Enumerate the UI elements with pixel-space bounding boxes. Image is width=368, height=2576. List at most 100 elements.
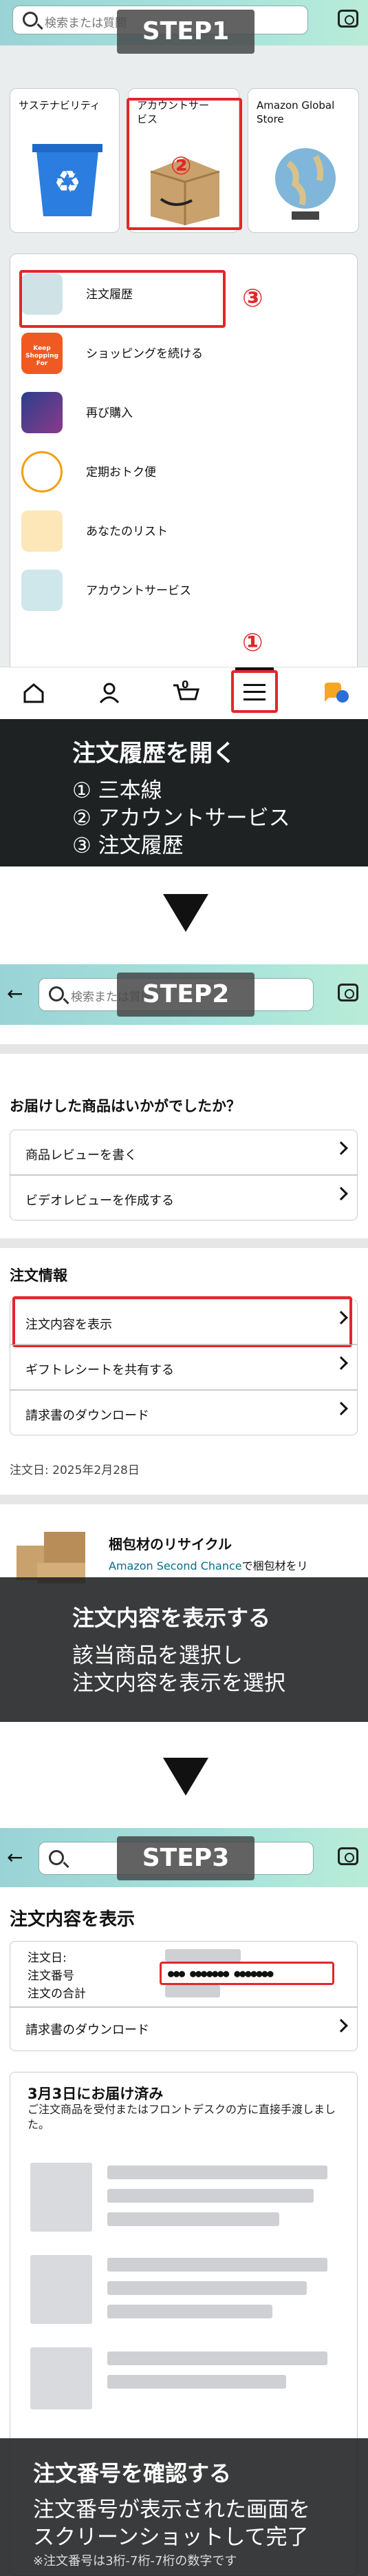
caption-line: 該当商品を選択し <box>72 1643 243 1668</box>
menu-item-subscribe-save[interactable]: 定期おトク便 <box>10 443 358 498</box>
subscribe-cart-icon <box>21 451 63 492</box>
caption-line: 注文番号が表示された画面を <box>33 2497 310 2522</box>
product-text-blurred <box>107 2375 286 2389</box>
row-label: 商品レビューを書く <box>25 1148 137 1163</box>
search-icon <box>49 1850 64 1865</box>
globe-icon <box>275 148 336 220</box>
recycle-bin-icon: ♻ <box>32 144 102 216</box>
marker-3: ③ <box>242 284 263 313</box>
back-arrow-icon[interactable]: ← <box>7 1846 23 1869</box>
highlight-order-number <box>160 1962 334 1985</box>
product-image-blurred <box>30 2163 92 2232</box>
assistant-icon[interactable] <box>322 681 349 706</box>
order-total-value-blurred <box>165 1985 220 1997</box>
chevron-right-icon <box>334 1141 348 1155</box>
write-review-row[interactable]: 商品レビューを書く <box>10 1130 358 1175</box>
menu-item-account-service[interactable]: アカウントサービス <box>10 561 358 616</box>
back-arrow-icon[interactable]: ← <box>7 982 23 1005</box>
step1-banner: STEP1 <box>117 10 255 54</box>
page-title: 注文内容を表示 <box>10 1909 136 1930</box>
product-text-blurred <box>107 2165 327 2179</box>
order-date: 注文日: 2025年2月28日 <box>10 1464 140 1477</box>
video-review-row[interactable]: ビデオレビューを作成する <box>10 1175 358 1221</box>
caption-line: スクリーンショットして完了 <box>33 2525 309 2550</box>
row-label: ビデオレビューを作成する <box>25 1194 174 1208</box>
camera-icon[interactable] <box>338 984 358 1001</box>
invoice-download-row[interactable]: 請求書のダウンロード <box>10 1390 358 1435</box>
product-text-blurred <box>107 2351 327 2365</box>
divider <box>0 1495 368 1504</box>
recycle-text: Amazon Second Chanceで梱包材をリ <box>109 1557 308 1573</box>
menu-item-label: 再び購入 <box>86 406 133 420</box>
product-text-blurred <box>107 2212 279 2226</box>
list-icon <box>21 510 63 552</box>
cart-count: 0 <box>182 678 189 691</box>
product-text-blurred <box>107 2281 307 2295</box>
highlight-menu-icon <box>231 670 278 713</box>
order-total-label: 注文の合計 <box>28 1987 86 2001</box>
highlight-view-order-details <box>12 1296 352 1347</box>
product-text-blurred <box>107 2258 327 2272</box>
chevron-right-icon <box>334 2019 348 2033</box>
down-arrow-icon <box>163 894 208 932</box>
delivered-note: ご注文商品を受付またはフロントデスクの方に直接手渡しました。 <box>28 2103 336 2131</box>
search-icon <box>49 986 64 1001</box>
divider <box>0 1044 368 1054</box>
marker-1: ① <box>242 629 263 657</box>
caption-title: 注文内容を表示する <box>72 1605 271 1631</box>
row-label: 請求書のダウンロード <box>25 2023 149 2037</box>
caption-note: ※注文番号は3桁-7桁-7桁の数字です <box>33 2554 237 2568</box>
keep-shopping-icon: Keep Shopping For <box>21 333 63 374</box>
down-arrow-icon <box>163 1758 208 1796</box>
menu-item-label: あなたのリスト <box>86 525 168 539</box>
menu-item-keep-shopping[interactable]: Keep Shopping For ショッピングを続ける <box>10 324 358 380</box>
caption-line: 注文内容を表示を選択 <box>72 1671 285 1696</box>
camera-icon[interactable] <box>338 10 358 28</box>
menu-item-buy-again[interactable]: 再び購入 <box>10 384 358 439</box>
divider <box>0 1238 368 1248</box>
order-date-value-blurred <box>165 1949 241 1962</box>
recycle-link[interactable]: Amazon Second Chance <box>109 1559 242 1572</box>
caption-line: ② アカウントサービス <box>72 806 290 831</box>
product-image-blurred <box>30 2255 92 2324</box>
row-label: ギフトレシートを共有する <box>25 1363 174 1378</box>
camera-icon[interactable] <box>338 1847 358 1865</box>
tile-global-store[interactable]: Amazon Global Store <box>248 88 359 233</box>
account-service-icon <box>21 570 63 611</box>
caption-line: ③ 注文履歴 <box>72 833 184 858</box>
highlight-order-history <box>19 270 226 328</box>
caption-title: 注文履歴を開く <box>72 740 236 767</box>
order-info-header: 注文情報 <box>10 1267 67 1284</box>
step3-caption: 注文番号を確認する 注文番号が表示された画面を スクリーンショットして完了 ※注… <box>0 2438 368 2576</box>
person-icon[interactable] <box>98 681 121 705</box>
invoice-download-row[interactable]: 請求書のダウンロード <box>10 2007 358 2051</box>
product-image-blurred <box>30 2347 92 2409</box>
chevron-right-icon <box>334 1356 348 1370</box>
step1-caption: 注文履歴を開く ① 三本線 ② アカウントサービス ③ 注文履歴 <box>0 719 368 866</box>
home-icon[interactable] <box>22 681 45 705</box>
gift-receipt-row[interactable]: ギフトレシートを共有する <box>10 1344 358 1390</box>
tile-sustainability[interactable]: サステナビリティ ♻ <box>10 88 120 233</box>
caption-line: ① 三本線 <box>72 778 162 803</box>
chevron-right-icon <box>334 1402 348 1415</box>
step2-caption: 注文内容を表示する 該当商品を選択し 注文内容を表示を選択 <box>0 1577 368 1722</box>
step2-banner: STEP2 <box>117 973 255 1017</box>
menu-item-label: ショッピングを続ける <box>86 347 203 361</box>
menu-item-label: 定期おトク便 <box>86 466 156 479</box>
recycle-text-body: で梱包材をリ <box>241 1559 308 1572</box>
tile-label: Amazon Global Store <box>257 99 335 125</box>
order-number-label: 注文番号 <box>28 1969 74 1983</box>
search-placeholder: 検索または質問 <box>45 17 127 30</box>
order-date-label: 注文日: <box>28 1951 67 1965</box>
tile-label: サステナビリティ <box>19 99 100 112</box>
recycle-title: 梱包材のリサイクル <box>109 1536 232 1552</box>
step3-banner: STEP3 <box>117 1836 255 1880</box>
review-header: お届けした商品はいかがでしたか？ <box>10 1098 241 1114</box>
product-text-blurred <box>107 2305 272 2318</box>
step3-screenshot: ← STEP3 注文内容を表示 注文日: 注文番号 注文の合計 ●●● ●●●●… <box>0 1828 368 2576</box>
product-text-blurred <box>107 2189 314 2203</box>
step2-screenshot: ← 検索または質問 STEP2 お届けした商品はいかがでしたか？ 商品レビューを… <box>0 964 368 1722</box>
menu-item-your-lists[interactable]: あなたのリスト <box>10 502 358 557</box>
delivered-title: 3月3日にお届け済み <box>28 2086 164 2102</box>
caption-title: 注文番号を確認する <box>33 2460 232 2486</box>
